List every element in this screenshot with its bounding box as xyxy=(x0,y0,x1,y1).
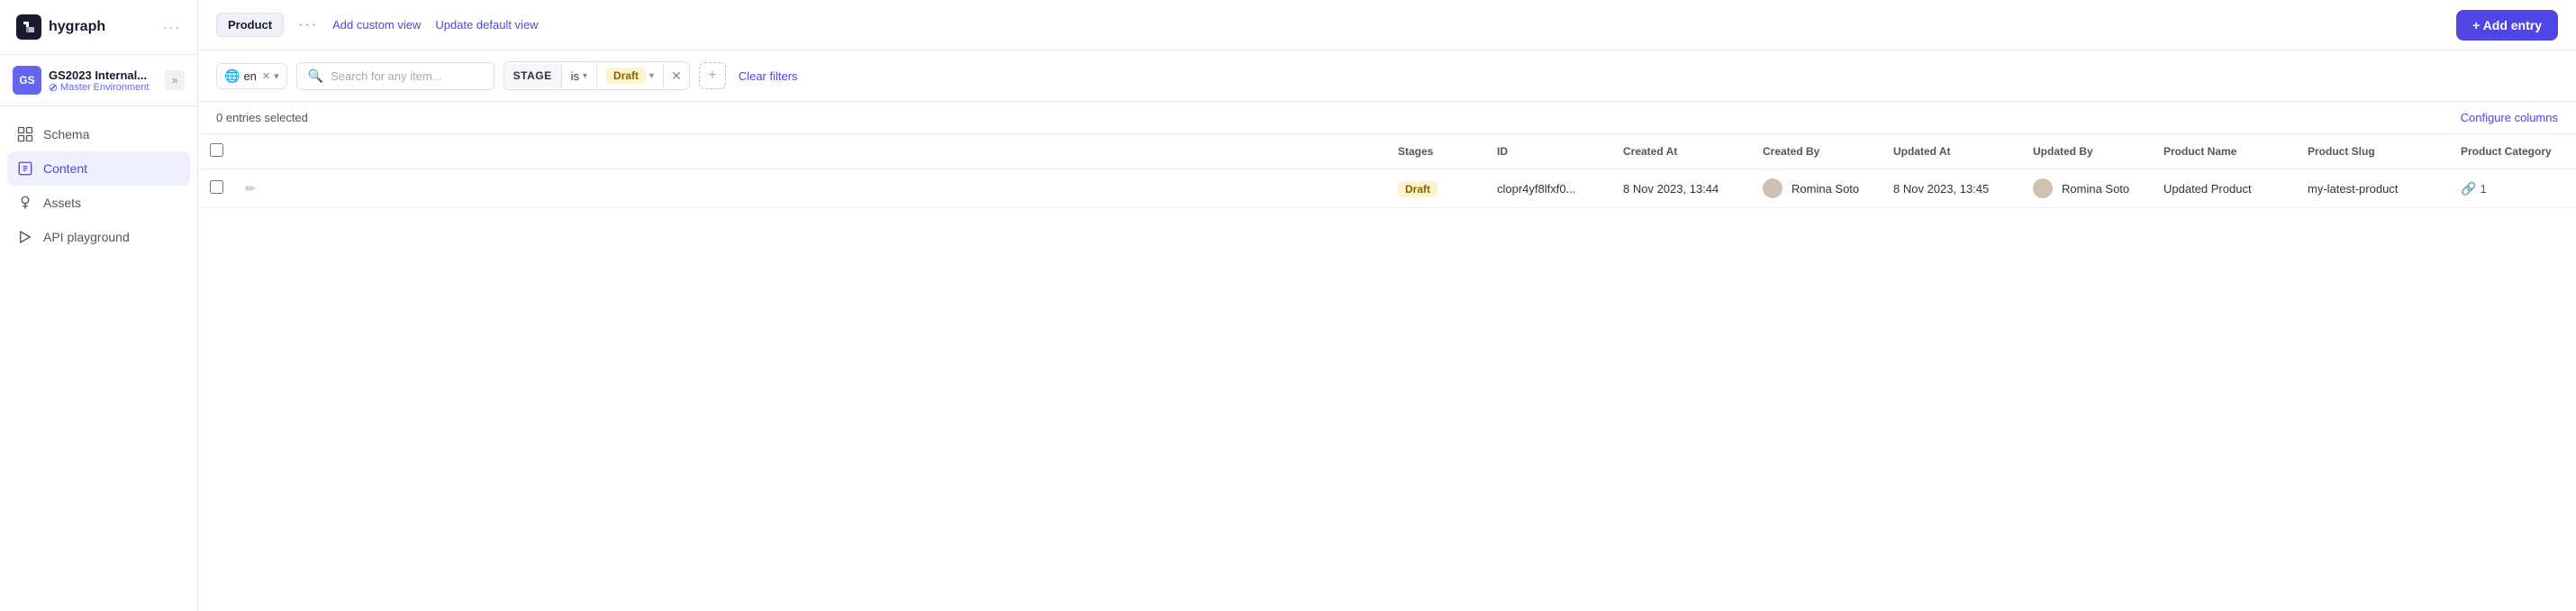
created-by-name: Romina Soto xyxy=(1791,182,1859,196)
stage-value-chevron: ▾ xyxy=(649,71,654,81)
id-column-header[interactable]: ID xyxy=(1486,134,1612,169)
row-productslug-cell: my-latest-product xyxy=(2297,169,2450,208)
workspace-env: Master Environment xyxy=(49,82,158,93)
row-edit-cell[interactable]: ✏ xyxy=(234,169,1387,208)
workspace-expand-button[interactable]: » xyxy=(165,70,185,90)
workspace-avatar: GS xyxy=(13,66,41,95)
productcategory-column-header[interactable]: Product Category xyxy=(2450,134,2576,169)
updated-by-name: Romina Soto xyxy=(2062,182,2129,196)
product-tab[interactable]: Product xyxy=(216,13,284,37)
sidebar-item-schema[interactable]: Schema xyxy=(7,117,190,151)
search-box[interactable]: 🔍 Search for any item... xyxy=(296,62,494,90)
edit-icon[interactable]: ✏ xyxy=(245,181,256,196)
lang-chevron-icon: ▾ xyxy=(274,70,279,82)
sidebar-item-content[interactable]: Content xyxy=(7,151,190,186)
logo-dots-button[interactable]: ··· xyxy=(163,20,181,34)
entries-count: 0 entries selected xyxy=(216,111,308,124)
stage-value-button[interactable]: Draft ▾ xyxy=(596,62,663,89)
search-input[interactable]: Search for any item... xyxy=(331,69,442,83)
table-area: 0 entries selected Configure columns Sta… xyxy=(198,102,2576,611)
configure-columns-button[interactable]: Configure columns xyxy=(2461,111,2558,124)
link-icon: 🔗 xyxy=(2461,181,2476,196)
nav-items: Schema Content Assets xyxy=(0,106,197,611)
workspace-info: GS2023 Internal... Master Environment xyxy=(49,68,158,93)
row-id-cell: clopr4yf8lfxf0... xyxy=(1486,169,1612,208)
main-content: Product ··· Add custom view Update defau… xyxy=(198,0,2576,611)
updatedat-column-header[interactable]: Updated At xyxy=(1882,134,2022,169)
update-default-view-link[interactable]: Update default view xyxy=(435,18,538,32)
row-checkbox[interactable] xyxy=(210,180,223,194)
sidebar-logo: hygraph ··· xyxy=(0,0,197,55)
sidebar-item-label-api: API playground xyxy=(43,230,130,244)
product-category-value: 1 xyxy=(2480,182,2486,196)
row-productname-cell: Updated Product xyxy=(2153,169,2297,208)
stage-draft-badge: Draft xyxy=(606,68,646,84)
workspace-env-label: Master Environment xyxy=(60,82,149,93)
api-icon xyxy=(16,228,34,246)
empty-actions-header xyxy=(234,134,1387,169)
translate-icon: 🌐 xyxy=(224,68,240,84)
search-icon: 🔍 xyxy=(308,68,323,84)
select-all-header[interactable] xyxy=(198,134,234,169)
filterbar: 🌐 en ✕ ▾ 🔍 Search for any item... STAGE … xyxy=(198,50,2576,102)
row-productcategory-cell[interactable]: 🔗 1 xyxy=(2450,169,2576,208)
add-filter-button[interactable]: + xyxy=(699,62,726,89)
topbar-dots-button[interactable]: ··· xyxy=(298,17,318,33)
row-createdat-cell: 8 Nov 2023, 13:44 xyxy=(1612,169,1752,208)
schema-icon xyxy=(16,125,34,143)
row-updatedby-cell: Romina Soto xyxy=(2022,169,2153,208)
row-stage-cell: Draft xyxy=(1387,169,1486,208)
productslug-column-header[interactable]: Product Slug xyxy=(2297,134,2450,169)
content-icon xyxy=(16,160,34,178)
stage-label: STAGE xyxy=(504,64,561,87)
table-body: ✏ Draft clopr4yf8lfxf0... 8 Nov 2023, 13… xyxy=(198,169,2576,208)
row-checkbox-cell[interactable] xyxy=(198,169,234,208)
select-all-checkbox[interactable] xyxy=(210,143,223,157)
stages-column-header[interactable]: Stages xyxy=(1387,134,1486,169)
productname-column-header[interactable]: Product Name xyxy=(2153,134,2297,169)
createdby-column-header[interactable]: Created By xyxy=(1752,134,1882,169)
workspace-section: GS GS2023 Internal... Master Environment… xyxy=(0,55,197,106)
stage-filter: STAGE is ▾ Draft ▾ ✕ xyxy=(503,61,690,90)
topbar: Product ··· Add custom view Update defau… xyxy=(198,0,2576,50)
sidebar-item-assets[interactable]: Assets xyxy=(7,186,190,220)
lang-code: en xyxy=(243,69,256,83)
lang-clear-button[interactable]: ✕ xyxy=(262,70,270,82)
env-icon xyxy=(49,83,58,92)
sidebar-item-label-schema: Schema xyxy=(43,127,89,141)
stage-operator-button[interactable]: is ▾ xyxy=(561,64,596,88)
createdat-column-header[interactable]: Created At xyxy=(1612,134,1752,169)
logo-text: hygraph xyxy=(49,19,105,35)
workspace-name: GS2023 Internal... xyxy=(49,68,158,82)
sidebar-item-label-content: Content xyxy=(43,161,87,176)
sidebar-item-label-assets: Assets xyxy=(43,196,81,210)
row-updatedat-cell: 8 Nov 2023, 13:45 xyxy=(1882,169,2022,208)
stage-badge: Draft xyxy=(1398,181,1438,197)
add-custom-view-link[interactable]: Add custom view xyxy=(332,18,421,32)
add-entry-button[interactable]: + Add entry xyxy=(2456,10,2558,41)
table-header: Stages ID Created At Created By Updated … xyxy=(198,134,2576,169)
stage-clear-button[interactable]: ✕ xyxy=(663,65,689,87)
stage-operator-chevron: ▾ xyxy=(583,71,587,81)
sidebar-item-api-playground[interactable]: API playground xyxy=(7,220,190,254)
table-row: ✏ Draft clopr4yf8lfxf0... 8 Nov 2023, 13… xyxy=(198,169,2576,208)
updatedby-column-header[interactable]: Updated By xyxy=(2022,134,2153,169)
content-table: Stages ID Created At Created By Updated … xyxy=(198,133,2576,208)
row-createdby-cell: Romina Soto xyxy=(1752,169,1882,208)
assets-icon xyxy=(16,194,34,212)
sidebar: hygraph ··· GS GS2023 Internal... Master… xyxy=(0,0,198,611)
stage-operator-text: is xyxy=(571,69,579,83)
logo-mark xyxy=(16,14,41,40)
table-meta: 0 entries selected Configure columns xyxy=(198,102,2576,133)
language-filter[interactable]: 🌐 en ✕ ▾ xyxy=(216,63,287,89)
clear-filters-link[interactable]: Clear filters xyxy=(739,69,798,83)
